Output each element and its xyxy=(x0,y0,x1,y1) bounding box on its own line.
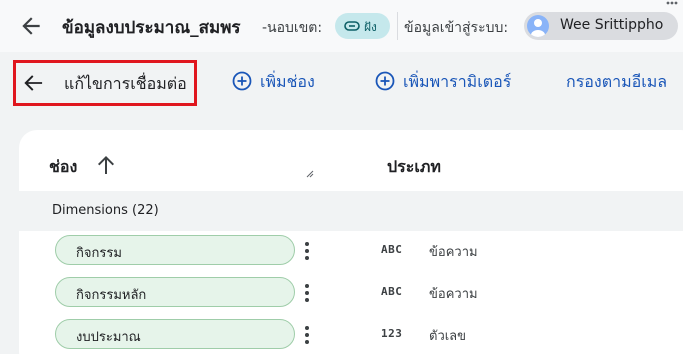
text-type-icon: ABC xyxy=(381,243,403,256)
field-chip[interactable]: งบประมาณ xyxy=(55,319,295,349)
field-type[interactable]: ตัวเลข xyxy=(429,325,466,346)
field-type[interactable]: ข้อความ xyxy=(429,241,478,262)
edit-connection-button[interactable]: แก้ไขการเชื่อมต่อ xyxy=(13,60,197,106)
back-arrow-icon[interactable] xyxy=(18,13,44,39)
more-vert-icon[interactable] xyxy=(304,325,310,345)
more-icon[interactable] xyxy=(666,0,678,6)
dimensions-group-label: Dimensions (22) xyxy=(52,203,159,218)
add-circle-icon xyxy=(375,71,395,91)
field-chip[interactable]: กิจกรรม xyxy=(55,235,295,265)
add-parameter-button[interactable]: เพิ่มพารามิเตอร์ xyxy=(375,68,523,96)
resize-handle-icon[interactable] xyxy=(306,170,314,178)
back-arrow-icon xyxy=(24,75,43,91)
more-vert-icon[interactable] xyxy=(304,241,310,261)
add-field-button[interactable]: เพิ่มช่อง xyxy=(232,68,324,96)
user-name: Wee Srittippho xyxy=(560,17,664,33)
top-bar: ข้อมูลงบประมาณ_สมพร -นอบเขต: ฝัง ข้อมูลเ… xyxy=(0,0,683,52)
fields-card: ช่อง ประเภท Dimensions (22) กิจกรรม ABC … xyxy=(19,130,683,354)
arrow-up-icon[interactable] xyxy=(96,154,116,176)
person-icon xyxy=(531,19,545,37)
field-name: กิจกรรม xyxy=(76,246,122,261)
number-type-icon: 123 xyxy=(381,327,403,340)
add-circle-icon xyxy=(232,71,252,91)
embed-chip[interactable]: ฝัง xyxy=(335,13,390,39)
embed-chip-label: ฝัง xyxy=(364,20,377,34)
divider xyxy=(397,12,398,40)
table-row: กิจกรรม ABC ข้อความ xyxy=(19,231,683,271)
field-name: กิจกรรมหลัก xyxy=(76,288,147,303)
table-row: กิจกรรมหลัก ABC ข้อความ xyxy=(19,273,683,313)
toolbar: แก้ไขการเชื่อมต่อ เพิ่มช่อง เพิ่มพารามิเ… xyxy=(0,52,683,112)
field-chip[interactable]: กิจกรรมหลัก xyxy=(55,277,295,307)
more-vert-icon[interactable] xyxy=(304,283,310,303)
scope-label: -นอบเขต: xyxy=(262,20,323,36)
credentials-label: ข้อมูลเข้าสู่ระบบ: xyxy=(404,20,509,36)
user-chip[interactable]: Wee Srittippho xyxy=(524,12,678,40)
column-header-field[interactable]: ช่อง xyxy=(49,155,77,180)
field-type[interactable]: ข้อความ xyxy=(429,283,478,304)
page-title: ข้อมูลงบประมาณ_สมพร xyxy=(62,18,241,38)
avatar xyxy=(527,15,549,37)
column-header-type: ประเภท xyxy=(387,157,441,176)
add-field-label: เพิ่มช่อง xyxy=(260,72,315,91)
edit-connection-label: แก้ไขการเชื่อมต่อ xyxy=(64,74,187,93)
dimensions-group-header[interactable]: Dimensions (22) xyxy=(19,191,683,231)
link-icon xyxy=(344,21,360,31)
filter-by-email-button[interactable]: กรองตามอีเมล xyxy=(566,68,683,96)
field-name: งบประมาณ xyxy=(76,330,141,345)
table-row: งบประมาณ 123 ตัวเลข xyxy=(19,315,683,354)
filter-by-email-label: กรองตามอีเมล xyxy=(566,72,668,91)
add-parameter-label: เพิ่มพารามิเตอร์ xyxy=(403,72,512,91)
text-type-icon: ABC xyxy=(381,285,403,298)
